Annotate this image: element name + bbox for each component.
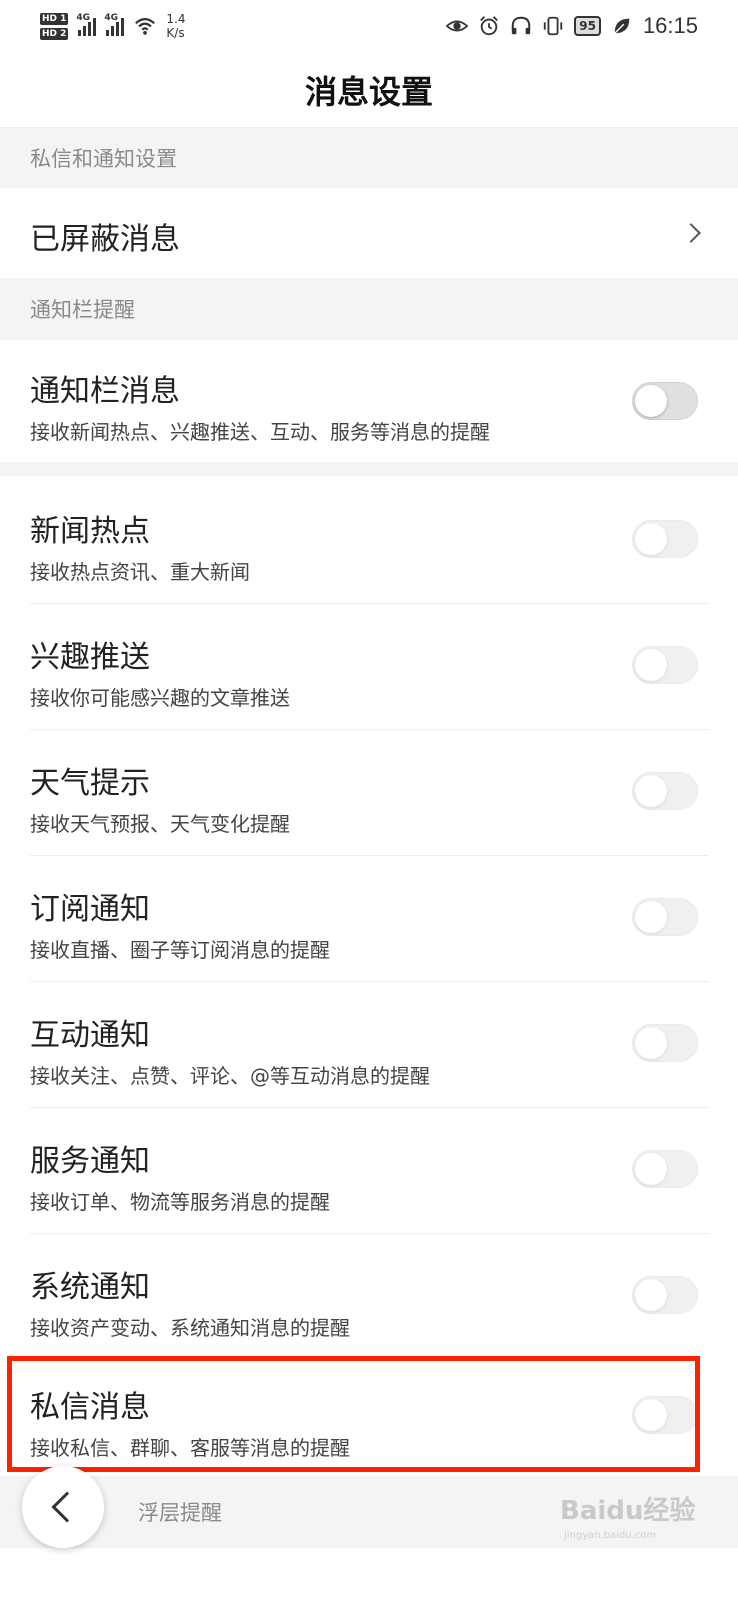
section-header-privacy: 私信和通知设置 xyxy=(0,128,738,188)
item-row-subscription: 订阅通知 接收直播、圈子等订阅消息的提醒 xyxy=(0,856,738,982)
hd2-badge: HD 2 xyxy=(40,27,69,40)
interaction-toggle[interactable] xyxy=(632,1024,698,1062)
section-gap xyxy=(0,462,738,476)
section-label: 浮层提醒 xyxy=(138,1501,222,1525)
row-desc: 接收直播、圈子等订阅消息的提醒 xyxy=(30,938,330,962)
row-title: 兴趣推送 xyxy=(30,640,150,675)
status-right: 95 16:15 xyxy=(446,13,698,39)
back-button[interactable] xyxy=(22,1466,104,1548)
row-title: 私信消息 xyxy=(30,1390,150,1425)
weather-toggle[interactable] xyxy=(632,772,698,810)
baidu-watermark: Baidu经验 jingyan.baidu.com xyxy=(560,1490,700,1550)
item-row-interest: 兴趣推送 接收你可能感兴趣的文章推送 xyxy=(0,604,738,730)
battery-icon: 95 xyxy=(574,16,601,36)
item-row-service: 服务通知 接收订单、物流等服务消息的提醒 xyxy=(0,1108,738,1234)
subscription-toggle[interactable] xyxy=(632,898,698,936)
row-title: 系统通知 xyxy=(30,1270,150,1305)
watermark-brand2: du xyxy=(606,1496,644,1526)
row-title: 已屏蔽消息 xyxy=(30,222,180,257)
item-row-news: 新闻热点 接收热点资讯、重大新闻 xyxy=(0,476,738,604)
private-message-toggle[interactable] xyxy=(632,1396,698,1434)
speed-value: 1.4 xyxy=(166,12,186,26)
news-toggle[interactable] xyxy=(632,520,698,558)
watermark-cn: 经验 xyxy=(643,1496,696,1526)
row-desc: 接收热点资讯、重大新闻 xyxy=(30,560,250,584)
item-row-interaction: 互动通知 接收关注、点赞、评论、@等互动消息的提醒 xyxy=(0,982,738,1108)
item-row-weather: 天气提示 接收天气预报、天气变化提醒 xyxy=(0,730,738,856)
net1-label: 4G xyxy=(76,13,91,23)
notification-bar-row: 通知栏消息 接收新闻热点、兴趣推送、互动、服务等消息的提醒 xyxy=(0,340,738,462)
signal-icon-1: 4G xyxy=(76,13,97,36)
blocked-messages-row[interactable]: 已屏蔽消息 xyxy=(0,188,738,278)
row-title: 服务通知 xyxy=(30,1144,150,1179)
status-bar: HD 1 HD 2 4G 4G 1.4 K/s 95 16:15 xyxy=(0,0,738,52)
item-row-system: 系统通知 接收资产变动、系统通知消息的提醒 xyxy=(0,1234,738,1360)
item-row-private-message: 私信消息 接收私信、群聊、客服等消息的提醒 xyxy=(0,1360,738,1470)
chevron-right-icon xyxy=(681,223,701,243)
watermark-url: jingyan.baidu.com xyxy=(564,1530,657,1541)
row-desc: 接收天气预报、天气变化提醒 xyxy=(30,812,290,836)
net-speed: 1.4 K/s xyxy=(166,12,185,40)
section-label: 通知栏提醒 xyxy=(30,298,135,322)
leaf-icon xyxy=(614,18,630,34)
section-label: 私信和通知设置 xyxy=(30,147,177,171)
row-desc: 接收新闻热点、兴趣推送、互动、服务等消息的提醒 xyxy=(30,420,490,444)
row-title: 新闻热点 xyxy=(30,514,150,549)
page-title: 消息设置 xyxy=(304,72,433,111)
vibrate-icon xyxy=(544,16,563,36)
signal-icon-2: 4G xyxy=(104,13,125,36)
clock: 16:15 xyxy=(642,13,698,38)
row-desc: 接收资产变动、系统通知消息的提醒 xyxy=(30,1316,350,1340)
row-desc: 接收你可能感兴趣的文章推送 xyxy=(30,686,290,710)
row-title: 订阅通知 xyxy=(30,892,150,927)
row-title: 互动通知 xyxy=(30,1018,150,1053)
wifi-icon xyxy=(135,18,156,35)
row-desc: 接收私信、群聊、客服等消息的提醒 xyxy=(30,1436,350,1460)
section-header-notification-bar: 通知栏提醒 xyxy=(0,278,738,340)
service-toggle[interactable] xyxy=(632,1150,698,1188)
headphones-icon xyxy=(511,16,531,35)
interest-toggle[interactable] xyxy=(632,646,698,684)
eye-icon xyxy=(446,20,469,32)
chevron-left-icon xyxy=(51,1491,83,1523)
speed-unit: K/s xyxy=(166,26,185,40)
row-desc: 接收关注、点赞、评论、@等互动消息的提醒 xyxy=(30,1064,430,1088)
row-title: 通知栏消息 xyxy=(30,374,180,409)
system-toggle[interactable] xyxy=(632,1276,698,1314)
app-header: 消息设置 xyxy=(0,52,738,128)
hd1-badge: HD 1 xyxy=(40,12,69,25)
hd-indicators: HD 1 HD 2 xyxy=(40,12,69,40)
watermark-brand: Bai xyxy=(560,1496,607,1526)
notification-bar-toggle[interactable] xyxy=(632,382,698,420)
alarm-icon xyxy=(480,16,499,36)
row-desc: 接收订单、物流等服务消息的提醒 xyxy=(30,1190,330,1214)
status-left: HD 1 HD 2 4G 4G 1.4 K/s xyxy=(40,12,186,40)
row-title: 天气提示 xyxy=(30,766,150,801)
net2-label: 4G xyxy=(104,13,119,23)
